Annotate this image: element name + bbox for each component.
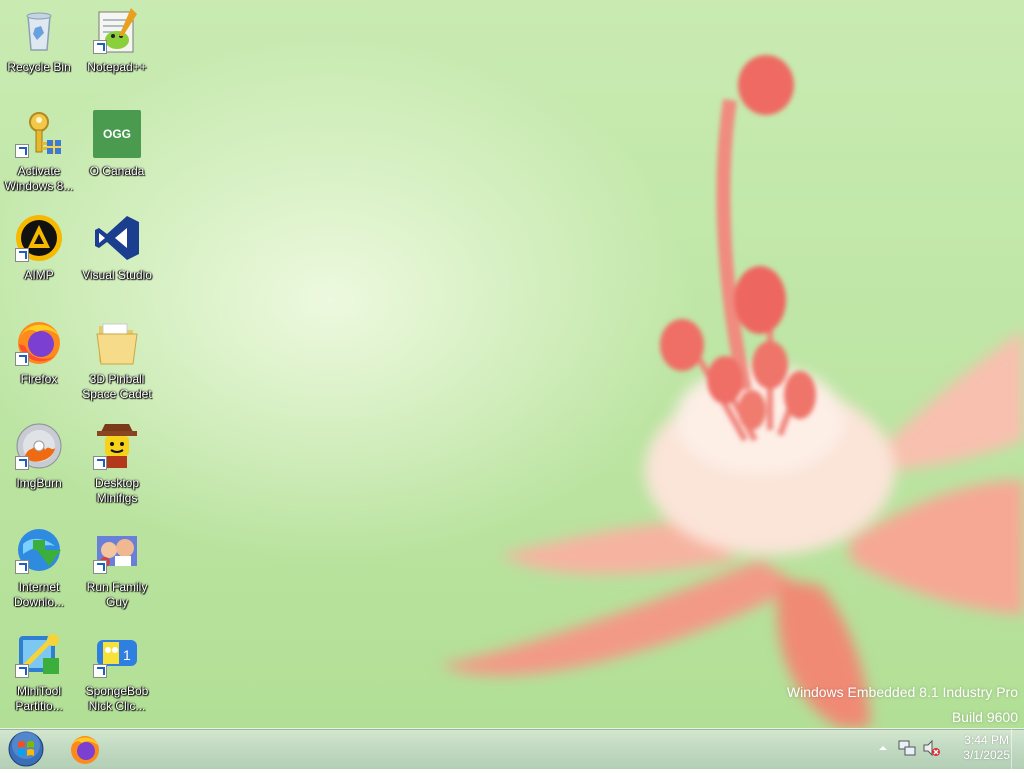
internet-download-manager-icon	[15, 526, 63, 574]
windows-start-orb-icon	[8, 731, 44, 767]
recycle-bin-icon	[15, 6, 63, 54]
system-tray: 3:44 PM 3/1/2025	[864, 729, 1024, 769]
desktop-icon-label: Notepad++	[87, 60, 147, 74]
shortcut-arrow-icon	[15, 144, 29, 158]
desktop-icon-notepad-plus-plus[interactable]: Notepad++	[78, 6, 156, 75]
desktop-icon-label: Desktop Minifigs	[94, 476, 140, 505]
firefox-icon	[71, 736, 99, 764]
desktop-icon-label: Visual Studio	[82, 268, 152, 282]
windows-build-watermark: Build 9600	[951, 709, 1018, 725]
desktop-icon-label: Activate Windows 8...	[4, 164, 74, 193]
desktop-icon-activate-windows[interactable]: Activate Windows 8...	[0, 110, 78, 194]
desktop-icon-label: Firefox	[20, 372, 58, 386]
shortcut-arrow-icon	[93, 560, 107, 574]
desktop-icon-label: Run Family Guy	[86, 580, 148, 609]
desktop-icon-spongebob[interactable]: 1 SpongeBob Nick Clic...	[78, 630, 156, 714]
svg-text:1: 1	[123, 647, 131, 663]
imgburn-disc-icon	[15, 422, 63, 470]
desktop-icon-label: Internet Downlo...	[13, 580, 65, 609]
windows-edition-watermark: Windows Embedded 8.1 Industry Pro	[786, 684, 1018, 700]
desktop-icon-firefox[interactable]: Firefox	[0, 318, 78, 387]
desktop-icon-desktop-minifigs[interactable]: Desktop Minifigs	[78, 422, 156, 506]
chevron-up-icon[interactable]	[878, 741, 888, 760]
desktop-icon-label: AIMP	[24, 268, 54, 282]
desktop-icon-label: O Canada	[89, 164, 145, 178]
desktop-icon-label: Recycle Bin	[7, 60, 71, 74]
network-icon[interactable]	[898, 739, 916, 762]
ogg-badge: OGG	[102, 127, 131, 141]
notepad-plus-plus-icon	[93, 6, 141, 54]
folder-icon	[93, 318, 141, 366]
desktop-icon-label: MiniTool Partitio...	[15, 684, 63, 713]
visual-studio-icon	[93, 214, 141, 262]
desktop-icon-label: SpongeBob Nick Clic...	[85, 684, 149, 713]
shortcut-arrow-icon	[93, 664, 107, 678]
desktop-icon-internet-download-manager[interactable]: Internet Downlo...	[0, 526, 78, 610]
desktop-icon-run-family-guy[interactable]: Run Family Guy	[78, 526, 156, 610]
ogg-file-icon: OGG	[93, 110, 141, 158]
desktop-icon-label: ImgBurn	[16, 476, 62, 490]
clock-date: 3/1/2025	[963, 748, 1010, 762]
clock[interactable]: 3:44 PM 3/1/2025	[963, 733, 1010, 763]
family-guy-icon	[93, 526, 141, 574]
firefox-icon	[15, 318, 63, 366]
shortcut-arrow-icon	[93, 40, 107, 54]
spongebob-icon: 1	[93, 630, 141, 678]
desktop-icon-aimp[interactable]: AIMP	[0, 214, 78, 283]
volume-muted-icon[interactable]	[922, 739, 940, 762]
show-desktop-button[interactable]	[1011, 729, 1024, 769]
minifig-icon	[93, 422, 141, 470]
start-button[interactable]	[4, 730, 48, 768]
aimp-icon	[15, 214, 63, 262]
shortcut-arrow-icon	[15, 664, 29, 678]
minitool-partition-icon	[15, 630, 63, 678]
key-icon	[15, 110, 63, 158]
clock-time: 3:44 PM	[964, 733, 1009, 747]
desktop-icon-o-canada[interactable]: OGG O Canada	[78, 110, 156, 179]
desktop-icon-visual-studio[interactable]: Visual Studio	[78, 214, 156, 283]
shortcut-arrow-icon	[15, 560, 29, 574]
shortcut-arrow-icon	[15, 456, 29, 470]
desktop-icon-minitool-partition[interactable]: MiniTool Partitio...	[0, 630, 78, 714]
shortcut-arrow-icon	[15, 352, 29, 366]
desktop-icon-label: 3D Pinball Space Cadet	[82, 372, 152, 401]
taskbar: 3:44 PM 3/1/2025	[0, 728, 1024, 769]
desktop[interactable]: Recycle Bin Activate Windows 8... AIMP F…	[0, 0, 1024, 728]
taskbar-firefox-button[interactable]	[60, 731, 110, 767]
desktop-icon-3d-pinball[interactable]: 3D Pinball Space Cadet	[78, 318, 156, 402]
shortcut-arrow-icon	[15, 248, 29, 262]
desktop-icon-imgburn[interactable]: ImgBurn	[0, 422, 78, 491]
shortcut-arrow-icon	[93, 456, 107, 470]
desktop-icon-recycle-bin[interactable]: Recycle Bin	[0, 6, 78, 75]
